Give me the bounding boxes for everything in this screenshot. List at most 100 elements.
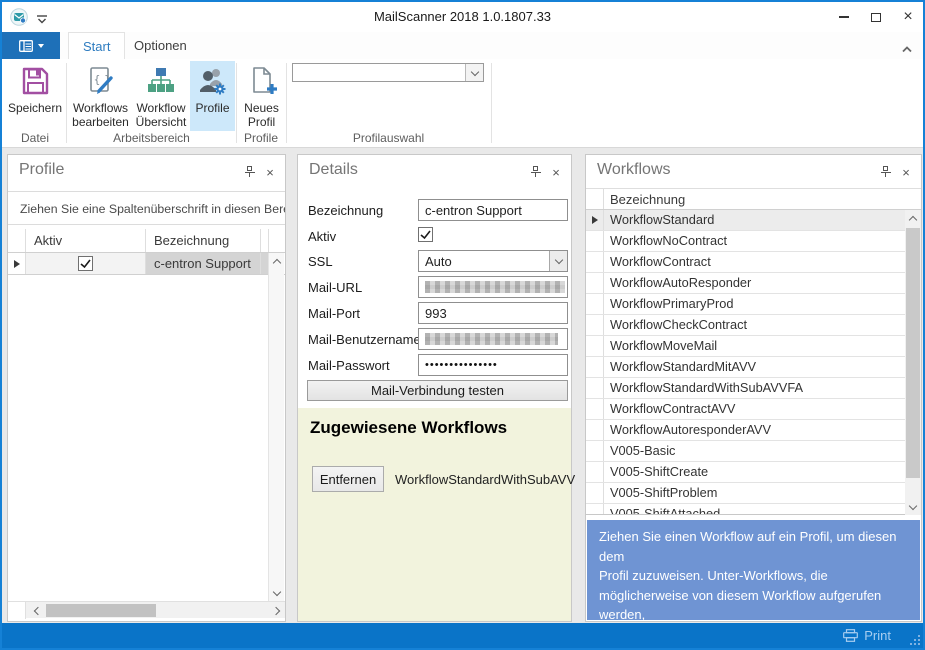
- workflow-list: WorkflowStandard WorkflowNoContract Work…: [586, 210, 905, 515]
- workflow-row[interactable]: V005-ShiftCreate: [586, 462, 905, 483]
- workflow-row[interactable]: WorkflowAutoresponderAVV: [586, 420, 905, 441]
- close-panel-icon[interactable]: ×: [899, 165, 913, 179]
- workflow-name: WorkflowPrimaryProd: [610, 294, 734, 314]
- workflow-name: V005-ShiftProblem: [610, 483, 717, 503]
- close-panel-icon[interactable]: ×: [263, 165, 277, 179]
- collapse-ribbon-icon[interactable]: [901, 40, 913, 58]
- workflow-row[interactable]: WorkflowMoveMail: [586, 336, 905, 357]
- application-menu-button[interactable]: [2, 32, 60, 59]
- indicator-column-header: [8, 229, 26, 252]
- profiles-panel-header: Profile ×: [8, 155, 285, 187]
- details-panel: Details × Bezeichnung c-entron Support A…: [297, 154, 572, 622]
- bezeichnung-label: Bezeichnung: [308, 203, 383, 218]
- column-header-bezeichnung[interactable]: Bezeichnung: [604, 189, 921, 209]
- profilauswahl-dropdown-icon[interactable]: [465, 64, 483, 81]
- neues-profil-button[interactable]: Neues Profil: [239, 61, 284, 131]
- ssl-value: Auto: [425, 254, 452, 269]
- workflow-row[interactable]: V005-Basic: [586, 441, 905, 462]
- mail-passwort-input[interactable]: •••••••••••••••: [418, 354, 568, 376]
- bezeichnung-input[interactable]: c-entron Support: [418, 199, 568, 221]
- mail-port-input[interactable]: 993: [418, 302, 568, 324]
- maximize-button[interactable]: [861, 2, 891, 32]
- workflow-row[interactable]: WorkflowCheckContract: [586, 315, 905, 336]
- app-window: MailScanner 2018 1.0.1807.33 × Start Opt…: [0, 0, 925, 650]
- main-area: Profile × Ziehen Sie eine Spaltenübersch…: [2, 148, 923, 627]
- mail-benutzername-input[interactable]: [418, 328, 568, 350]
- app-icon: [10, 8, 28, 31]
- aktiv-checkbox[interactable]: [418, 227, 433, 242]
- pin-icon[interactable]: [879, 165, 893, 179]
- column-header-bezeichnung[interactable]: Bezeichnung: [146, 229, 261, 252]
- resize-grip[interactable]: [908, 633, 921, 646]
- workflow-row[interactable]: WorkflowStandardMitAVV: [586, 357, 905, 378]
- workflows-grid-header: Bezeichnung: [586, 188, 921, 210]
- workflow-name: WorkflowCheckContract: [610, 315, 747, 335]
- scroll-up-icon[interactable]: [905, 210, 921, 226]
- close-button[interactable]: ×: [893, 2, 923, 32]
- workflows-bearbeiten-button[interactable]: { } Workflows bearbeiten: [70, 61, 131, 131]
- profile-row[interactable]: c-entron Support: [8, 253, 285, 275]
- close-panel-icon[interactable]: ×: [549, 165, 563, 179]
- scroll-up-icon[interactable]: [269, 253, 285, 269]
- checkbox-checked-icon[interactable]: [78, 256, 93, 271]
- profiles-hscrollbar[interactable]: [8, 601, 285, 618]
- aktiv-label: Aktiv: [308, 229, 336, 244]
- workflows-panel-title: Workflows: [597, 161, 671, 179]
- profiles-panel: Profile × Ziehen Sie eine Spaltenübersch…: [7, 154, 286, 622]
- printer-icon: [843, 629, 858, 642]
- print-button[interactable]: Print: [843, 623, 891, 648]
- scroll-left-icon[interactable]: [28, 602, 44, 619]
- details-panel-header: Details ×: [298, 155, 571, 187]
- mail-verbindung-testen-button[interactable]: Mail-Verbindung testen: [307, 380, 568, 401]
- ssl-dropdown-icon[interactable]: [549, 251, 567, 271]
- assigned-workflows-section: Zugewiesene Workflows Entfernen Workflow…: [298, 408, 571, 621]
- pin-icon[interactable]: [529, 165, 543, 179]
- workflow-name: V005-ShiftAttached: [610, 504, 720, 515]
- mail-url-input[interactable]: [418, 276, 568, 298]
- workflow-row[interactable]: WorkflowContract: [586, 252, 905, 273]
- workflow-row[interactable]: V005-ShiftProblem: [586, 483, 905, 504]
- quick-access-dropdown-icon[interactable]: [36, 12, 48, 30]
- bezeichnung-cell[interactable]: c-entron Support: [146, 253, 261, 274]
- scroll-right-icon[interactable]: [269, 602, 285, 619]
- column-header-aktiv[interactable]: Aktiv: [26, 229, 146, 252]
- ssl-select[interactable]: Auto: [418, 250, 568, 272]
- workflow-uebersicht-button[interactable]: Workflow Übersicht: [133, 61, 189, 131]
- scroll-down-icon[interactable]: [269, 585, 285, 601]
- profiles-people-gear-icon: [197, 64, 229, 98]
- workflows-vscrollbar[interactable]: [905, 210, 921, 515]
- scroll-down-icon[interactable]: [905, 499, 921, 515]
- aktiv-cell[interactable]: [26, 253, 146, 274]
- mail-passwort-value: •••••••••••••••: [425, 359, 498, 371]
- row-indicator-arrow-icon: [14, 260, 20, 268]
- maximize-icon: [871, 13, 881, 22]
- titlebar: MailScanner 2018 1.0.1807.33 ×: [2, 2, 923, 32]
- pin-icon[interactable]: [243, 165, 257, 179]
- workflow-row[interactable]: WorkflowPrimaryProd: [586, 294, 905, 315]
- workflow-row[interactable]: WorkflowStandardWithSubAVVFA: [586, 378, 905, 399]
- profiles-vscrollbar[interactable]: [268, 253, 284, 601]
- workflow-row[interactable]: V005-ShiftAttached: [586, 504, 905, 515]
- profilauswahl-combobox[interactable]: [292, 63, 484, 82]
- workflow-name: WorkflowAutoResponder: [610, 273, 751, 293]
- ribbon-group-arbeitsbereich: Arbeitsbereich: [68, 131, 235, 145]
- workflow-row[interactable]: WorkflowAutoResponder: [586, 273, 905, 294]
- mail-benutzername-label: Mail-Benutzername: [308, 332, 421, 347]
- tab-start[interactable]: Start: [68, 32, 125, 59]
- statusbar: Print: [2, 623, 923, 648]
- workflow-row[interactable]: WorkflowStandard: [586, 210, 905, 231]
- bezeichnung-value: c-entron Support: [425, 203, 522, 218]
- workflow-name: WorkflowMoveMail: [610, 336, 717, 356]
- profile-button[interactable]: Profile: [190, 61, 235, 131]
- save-button[interactable]: Speichern: [8, 61, 62, 131]
- save-floppy-icon: [19, 64, 51, 98]
- workflow-row[interactable]: WorkflowNoContract: [586, 231, 905, 252]
- tab-optionen[interactable]: Optionen: [120, 32, 201, 59]
- ribbon-group-datei: Datei: [8, 131, 62, 145]
- vscroll-thumb[interactable]: [906, 228, 920, 478]
- entfernen-button[interactable]: Entfernen: [312, 466, 384, 492]
- hscroll-thumb[interactable]: [46, 604, 156, 617]
- workflow-row[interactable]: WorkflowContractAVV: [586, 399, 905, 420]
- minimize-button[interactable]: [829, 2, 859, 32]
- mail-url-label: Mail-URL: [308, 280, 362, 295]
